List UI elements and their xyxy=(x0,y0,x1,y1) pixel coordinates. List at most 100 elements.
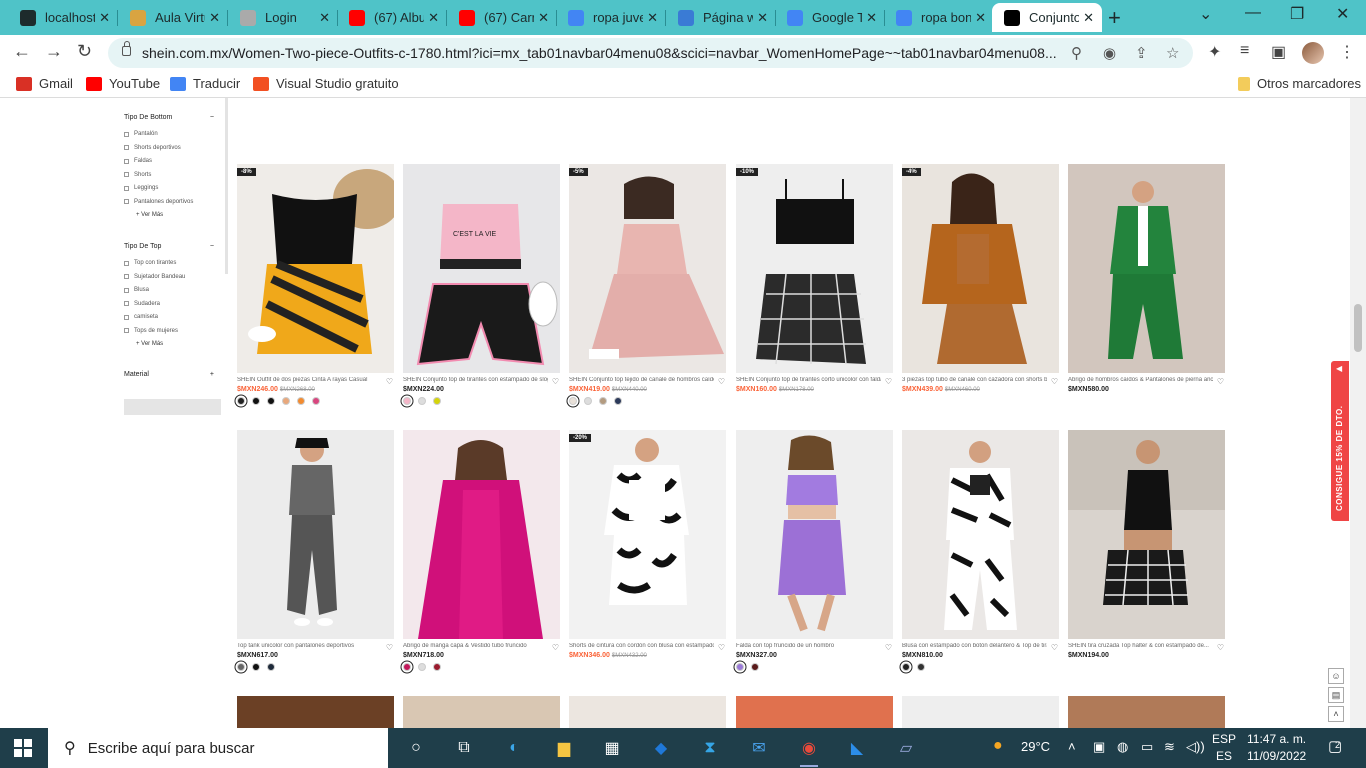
cortana-icon[interactable]: ○ xyxy=(405,737,427,759)
page-scrollbar[interactable] xyxy=(1350,98,1366,728)
heart-icon[interactable]: ♡ xyxy=(386,377,393,386)
color-swatch[interactable] xyxy=(569,397,577,405)
back-button[interactable]: ← xyxy=(13,41,31,62)
minimize-icon[interactable]: — xyxy=(1245,4,1261,22)
checkbox[interactable] xyxy=(124,274,129,279)
checkbox[interactable] xyxy=(124,287,129,293)
extensions-icon[interactable]: ✦ xyxy=(1208,42,1221,62)
lock-icon[interactable] xyxy=(122,41,131,56)
color-swatch[interactable] xyxy=(252,397,260,405)
bookmark-item[interactable]: Traducir xyxy=(170,76,240,91)
product-image-partial[interactable] xyxy=(403,696,560,728)
checkbox[interactable] xyxy=(124,145,129,150)
product-image[interactable]: -10% xyxy=(736,164,893,373)
address-bar[interactable]: shein.com.mx/Women-Two-piece-Outfits-c-1… xyxy=(108,38,1193,68)
clipboard-icon[interactable]: ▤ xyxy=(1328,687,1344,703)
color-swatch[interactable] xyxy=(584,397,592,405)
color-swatch[interactable] xyxy=(237,397,245,405)
product-card[interactable]: Blusa con estampado con botón delantero … xyxy=(902,430,1059,671)
heart-icon[interactable]: ♡ xyxy=(1051,377,1058,386)
browser-tab[interactable]: Conjuntos✕ xyxy=(992,3,1102,32)
product-title[interactable]: SHEIN Conjunto top de tirantes corto uni… xyxy=(736,377,881,383)
bookmark-item[interactable]: YouTube xyxy=(86,76,160,91)
chrome-icon[interactable]: ◉ xyxy=(798,737,820,767)
browser-tab[interactable]: Aula Virtual ✕ xyxy=(118,3,228,32)
filter-option[interactable]: Shorts xyxy=(124,172,151,178)
antivirus-icon[interactable]: ◍ xyxy=(1117,739,1128,755)
heart-icon[interactable]: ♡ xyxy=(885,377,892,386)
filter-option[interactable]: Blusa xyxy=(124,287,149,293)
filter-option[interactable]: Faldas xyxy=(124,158,152,164)
color-swatch[interactable] xyxy=(267,663,275,671)
color-swatch[interactable] xyxy=(736,663,744,671)
filter-option[interactable]: Tops de mujeres xyxy=(124,328,178,334)
checkbox[interactable] xyxy=(124,158,129,164)
product-card[interactable]: SHEIN tira cruzada Top halter & con esta… xyxy=(1068,430,1225,659)
browser-tab[interactable]: ropa juvenil✕ xyxy=(556,3,666,32)
product-image[interactable] xyxy=(403,430,560,639)
product-title[interactable]: Abrigo de manga capa & Vestido tubo frun… xyxy=(403,643,548,649)
close-icon[interactable]: ✕ xyxy=(975,10,986,26)
browser-tab[interactable]: Google Tr✕ xyxy=(775,3,885,32)
product-title[interactable]: Top tank unicolor con pantalones deporti… xyxy=(237,643,382,649)
close-icon[interactable]: ✕ xyxy=(647,10,658,26)
checkbox[interactable] xyxy=(124,131,129,137)
color-swatch[interactable] xyxy=(267,397,275,405)
color-swatch[interactable] xyxy=(433,397,441,405)
color-swatch[interactable] xyxy=(599,397,607,405)
color-swatch[interactable] xyxy=(297,397,305,405)
product-image[interactable] xyxy=(902,430,1059,639)
product-card[interactable]: Top tank unicolor con pantalones deporti… xyxy=(237,430,394,671)
browser-tab[interactable]: localhost ✕ xyxy=(8,3,118,32)
chat-icon[interactable]: ☺ xyxy=(1328,668,1344,684)
color-swatch[interactable] xyxy=(312,397,320,405)
see-more-link[interactable]: + Ver Más xyxy=(136,212,163,218)
product-title[interactable]: SHEIN Outfit de dos piezas Cinta A rayas… xyxy=(237,377,382,383)
sidebar-scrollbar[interactable] xyxy=(225,98,228,274)
dropbox-icon[interactable]: ◆ xyxy=(650,737,672,759)
filter-option[interactable]: Sudadera xyxy=(124,301,160,307)
checkbox[interactable] xyxy=(124,185,129,191)
checkbox[interactable] xyxy=(124,314,129,320)
product-card[interactable]: -10% SHEIN Conjunto top de tirantes corto… xyxy=(736,164,893,393)
menu-kebab-icon[interactable]: ⋮ xyxy=(1339,42,1355,62)
product-card[interactable]: C'EST LA VIE SHEIN Conjunto top de tirant… xyxy=(403,164,560,405)
close-icon[interactable]: ✕ xyxy=(538,10,549,26)
heart-icon[interactable]: ♡ xyxy=(386,643,393,652)
heart-icon[interactable]: ♡ xyxy=(552,377,559,386)
color-swatch[interactable] xyxy=(418,397,426,405)
new-tab-button[interactable]: + xyxy=(1108,5,1121,31)
back-to-top-icon[interactable]: ˄ xyxy=(1328,706,1344,722)
product-image[interactable] xyxy=(237,430,394,639)
product-title[interactable]: SHEIN Conjunto top de tirantes con estam… xyxy=(403,377,548,383)
task-view-icon[interactable]: ⧉ xyxy=(453,737,475,759)
filter-section-title[interactable]: Material + xyxy=(124,371,220,378)
heart-icon[interactable]: ♡ xyxy=(885,643,892,652)
product-card[interactable]: -5% SHEIN Conjunto top tejido de canalé d… xyxy=(569,164,726,405)
chevron-up-icon[interactable]: ˄ xyxy=(1068,739,1076,754)
weather-icon[interactable]: ● xyxy=(993,737,1003,755)
notepad-icon[interactable]: ▱ xyxy=(895,737,917,759)
close-icon[interactable]: ✕ xyxy=(319,10,330,26)
browser-tab[interactable]: ropa bonita✕ xyxy=(884,3,994,32)
share-icon[interactable]: ⇪ xyxy=(1135,44,1148,62)
color-swatch[interactable] xyxy=(614,397,622,405)
heart-icon[interactable]: ♡ xyxy=(718,377,725,386)
file-explorer-icon[interactable]: ▆ xyxy=(553,737,575,759)
heart-icon[interactable]: ♡ xyxy=(1051,643,1058,652)
product-image[interactable]: C'EST LA VIE xyxy=(403,164,560,373)
other-bookmarks[interactable]: Otros marcadores xyxy=(1238,76,1361,91)
close-icon[interactable]: ✕ xyxy=(1083,10,1094,26)
color-swatch[interactable] xyxy=(237,663,245,671)
color-swatch[interactable] xyxy=(917,663,925,671)
product-image[interactable]: -5% xyxy=(569,164,726,373)
close-icon[interactable]: ✕ xyxy=(99,10,110,26)
heart-icon[interactable]: ♡ xyxy=(718,643,725,652)
color-swatch[interactable] xyxy=(282,397,290,405)
mail-icon[interactable]: ✉ xyxy=(748,737,770,759)
clock[interactable]: 11:47 a. m. 11/09/2022 xyxy=(1247,731,1306,765)
scroll-thumb[interactable] xyxy=(1354,304,1362,352)
product-image[interactable] xyxy=(736,430,893,639)
tab-search-icon[interactable]: ⌄ xyxy=(1199,4,1212,24)
url-text[interactable]: shein.com.mx/Women-Two-piece-Outfits-c-1… xyxy=(142,45,1062,61)
